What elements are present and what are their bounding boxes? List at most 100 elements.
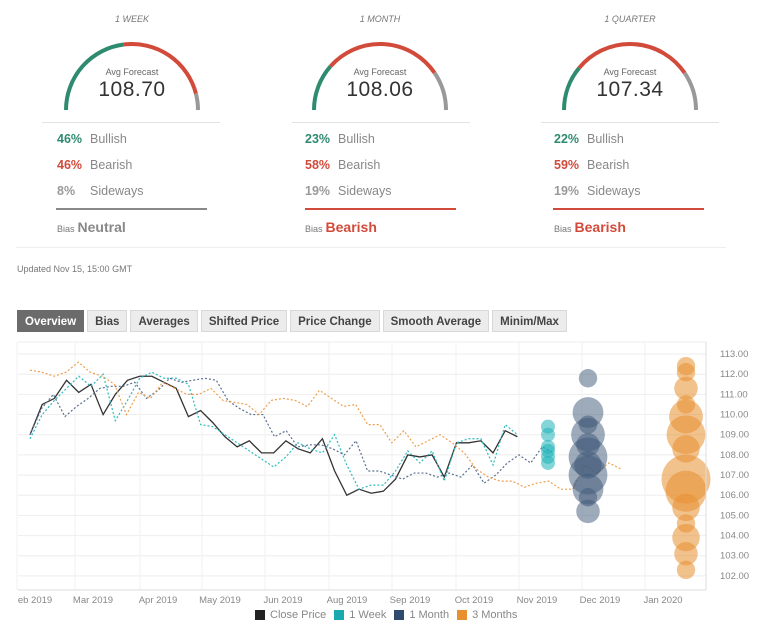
gauge-period: 1 QUARTER bbox=[604, 14, 656, 24]
forecast-bubble-three-months bbox=[676, 560, 696, 580]
bearish-label: Bearish bbox=[587, 158, 630, 172]
bias-label: Bias bbox=[305, 224, 323, 234]
x-tick-label: Nov 2019 bbox=[517, 595, 558, 606]
x-tick-label: Oct 2019 bbox=[455, 595, 494, 606]
tab-overview[interactable]: Overview bbox=[17, 310, 85, 332]
avg-forecast-label: Avg Forecast bbox=[603, 67, 657, 77]
x-tick-label: Mar 2019 bbox=[73, 595, 113, 606]
x-tick-label: Sep 2019 bbox=[390, 595, 431, 606]
legend-swatch bbox=[255, 610, 265, 620]
avg-forecast-value: 108.70 bbox=[98, 78, 166, 101]
legend-swatch bbox=[394, 610, 405, 620]
bias-value: Bearish bbox=[325, 219, 377, 235]
bullish-pct: 22% bbox=[554, 132, 580, 146]
stat-bullish: 23% Bullish bbox=[305, 132, 375, 146]
stat-bearish: 46% Bearish bbox=[57, 158, 132, 172]
forecast-bubble-one-month bbox=[576, 499, 600, 524]
stat-bearish: 58% Bearish bbox=[305, 158, 380, 172]
section-divider bbox=[16, 247, 726, 248]
y-tick-label: 107.00 bbox=[720, 470, 749, 481]
legend-label: 3 Months bbox=[472, 609, 518, 621]
tab-smooth-average[interactable]: Smooth Average bbox=[382, 310, 490, 332]
bias-value: Neutral bbox=[77, 219, 126, 235]
bearish-pct: 58% bbox=[305, 158, 331, 172]
bias-label: Bias bbox=[57, 224, 75, 234]
forecast-bubble-one-month bbox=[578, 369, 598, 388]
x-tick-label: Aug 2019 bbox=[327, 595, 368, 606]
bias-row: Bias Neutral bbox=[57, 219, 126, 235]
tab-price-change[interactable]: Price Change bbox=[290, 310, 380, 332]
forecast-bubble-one-week bbox=[541, 455, 555, 470]
bias-bar bbox=[553, 208, 704, 210]
stat-sideways: 8% Sideways bbox=[57, 184, 144, 198]
x-tick-label: Jun 2019 bbox=[263, 595, 302, 606]
x-tick-label: Jan 2020 bbox=[643, 595, 682, 606]
y-tick-label: 106.00 bbox=[720, 490, 749, 501]
series-line-three-months bbox=[29, 361, 622, 490]
tab-shifted-price[interactable]: Shifted Price bbox=[200, 310, 288, 332]
sideways-label: Sideways bbox=[90, 184, 144, 198]
bias-row: Bias Bearish bbox=[305, 219, 377, 235]
bearish-pct: 46% bbox=[57, 158, 83, 172]
bullish-label: Bullish bbox=[90, 132, 127, 146]
sideways-pct: 19% bbox=[554, 184, 580, 198]
bearish-label: Bearish bbox=[90, 158, 133, 172]
y-tick-label: 105.00 bbox=[720, 510, 749, 521]
legend-swatch bbox=[334, 610, 345, 620]
avg-forecast-value: 108.06 bbox=[346, 78, 414, 101]
y-tick-label: 109.00 bbox=[720, 430, 749, 441]
gauge-period: 1 MONTH bbox=[359, 14, 401, 24]
x-tick-label: Dec 2019 bbox=[580, 595, 621, 606]
bias-bar bbox=[305, 208, 456, 210]
tab-averages[interactable]: Averages bbox=[130, 310, 198, 332]
legend-item-close-price[interactable]: Close Price bbox=[255, 609, 326, 621]
chart-bubbles bbox=[541, 356, 711, 580]
y-tick-label: 104.00 bbox=[720, 531, 749, 542]
chart-tabs: Overview Bias Averages Shifted Price Pri… bbox=[17, 310, 567, 332]
sideways-pct: 19% bbox=[305, 184, 331, 198]
chart-legend: Close Price 1 Week 1 Month 3 Months bbox=[255, 609, 525, 621]
sideways-pct: 8% bbox=[57, 184, 76, 198]
series-line-one-week bbox=[29, 371, 518, 490]
legend-label: Close Price bbox=[270, 609, 327, 621]
legend-item-1-month[interactable]: 1 Month bbox=[394, 609, 449, 621]
bearish-pct: 59% bbox=[554, 158, 580, 172]
bearish-label: Bearish bbox=[338, 158, 381, 172]
bullish-label: Bullish bbox=[587, 132, 624, 146]
legend-label: 1 Month bbox=[409, 609, 450, 621]
bullish-pct: 23% bbox=[305, 132, 331, 146]
x-tick-label: May 2019 bbox=[199, 595, 241, 606]
bias-value: Bearish bbox=[574, 219, 626, 235]
forecast-bubble-one-week bbox=[541, 427, 555, 442]
legend-item-1-week[interactable]: 1 Week bbox=[334, 609, 386, 621]
tab-bias[interactable]: Bias bbox=[87, 310, 128, 332]
stat-sideways: 19% Sideways bbox=[554, 184, 641, 198]
divider bbox=[42, 122, 220, 123]
stat-sideways: 19% Sideways bbox=[305, 184, 392, 198]
updated-timestamp: Updated Nov 15, 15:00 GMT bbox=[17, 264, 133, 274]
bias-bar bbox=[56, 208, 207, 210]
divider bbox=[541, 122, 719, 123]
y-tick-label: 111.00 bbox=[720, 389, 748, 400]
bullish-label: Bullish bbox=[338, 132, 375, 146]
legend-item-3-months[interactable]: 3 Months bbox=[457, 609, 517, 621]
legend-swatch bbox=[457, 610, 468, 620]
bias-label: Bias bbox=[554, 224, 572, 234]
x-tick-label: eb 2019 bbox=[18, 595, 52, 606]
divider bbox=[292, 122, 470, 123]
avg-forecast-label: Avg Forecast bbox=[105, 67, 159, 77]
legend-label: 1 Week bbox=[349, 609, 387, 621]
y-tick-label: 110.00 bbox=[720, 410, 748, 421]
sideways-label: Sideways bbox=[587, 184, 641, 198]
y-tick-label: 112.00 bbox=[720, 369, 748, 380]
chart-axes: 102.00 103.00 104.00 105.00 106.00 107.00 108.… bbox=[18, 342, 749, 606]
stat-bullish: 22% Bullish bbox=[554, 132, 624, 146]
bias-row: Bias Bearish bbox=[554, 219, 626, 235]
tab-minim-max[interactable]: Minim/Max bbox=[492, 310, 567, 332]
avg-forecast-label: Avg Forecast bbox=[353, 67, 407, 77]
y-tick-label: 102.00 bbox=[720, 571, 749, 582]
y-tick-label: 113.00 bbox=[720, 349, 748, 360]
bullish-pct: 46% bbox=[57, 132, 83, 146]
y-tick-label: 103.00 bbox=[720, 551, 749, 562]
stat-bearish: 59% Bearish bbox=[554, 158, 629, 172]
